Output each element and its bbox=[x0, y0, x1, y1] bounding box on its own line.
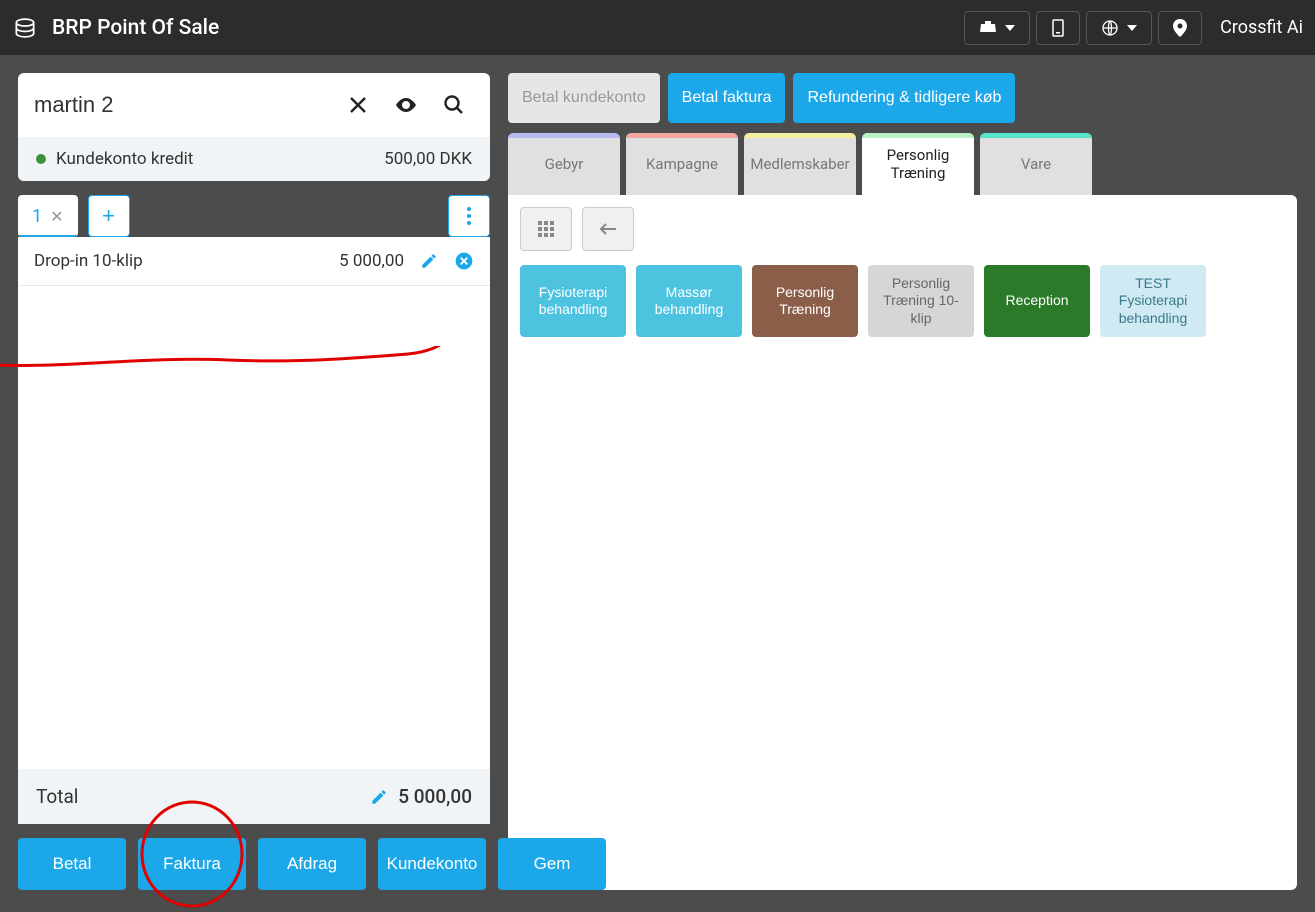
cart-tab-number: 1 bbox=[32, 206, 42, 227]
edit-line-button[interactable] bbox=[420, 252, 438, 270]
search-button[interactable] bbox=[434, 85, 474, 125]
receipt-icon bbox=[1051, 19, 1065, 37]
product-personlig[interactable]: Personlig Træning bbox=[752, 265, 858, 337]
view-customer-button[interactable] bbox=[386, 85, 426, 125]
cart-total-value: 5 000,00 bbox=[398, 785, 472, 808]
cart-menu-button[interactable] bbox=[448, 195, 490, 237]
app-logo-icon bbox=[12, 15, 38, 41]
add-cart-tab-button[interactable]: + bbox=[88, 195, 130, 237]
customer-search-card: Kundekonto kredit 500,00 DKK bbox=[18, 73, 490, 181]
cart-total-label: Total bbox=[36, 785, 78, 808]
category-tab-kampagne[interactable]: Kampagne bbox=[626, 133, 738, 195]
product-area: Fysioterapi behandling Massør behandling… bbox=[508, 195, 1297, 890]
annotation-scribble bbox=[0, 346, 498, 386]
back-button[interactable] bbox=[582, 207, 634, 251]
eye-icon bbox=[394, 93, 418, 117]
product-massor[interactable]: Massør behandling bbox=[636, 265, 742, 337]
category-tab-vare[interactable]: Vare bbox=[980, 133, 1092, 195]
edit-total-button[interactable] bbox=[370, 788, 388, 806]
close-tab-icon[interactable]: ✕ bbox=[50, 207, 63, 226]
app-title: BRP Point Of Sale bbox=[52, 16, 219, 40]
save-button[interactable]: Gem bbox=[498, 838, 606, 890]
location-button[interactable] bbox=[1158, 11, 1202, 45]
customer-account-button[interactable]: Kundekonto bbox=[378, 838, 486, 890]
customer-credit-row: Kundekonto kredit 500,00 DKK bbox=[18, 137, 490, 181]
globe-icon bbox=[1101, 19, 1119, 37]
chevron-down-icon bbox=[1005, 25, 1015, 31]
chevron-down-icon bbox=[1127, 25, 1137, 31]
cart-line-name: Drop-in 10-klip bbox=[34, 251, 143, 271]
location-label: Crossfit Ai bbox=[1220, 17, 1303, 38]
search-icon bbox=[442, 93, 466, 117]
pay-account-button: Betal kundekonto bbox=[508, 73, 660, 123]
status-dot-icon bbox=[36, 154, 46, 164]
settings-button[interactable] bbox=[1086, 11, 1152, 45]
pay-button[interactable]: Betal bbox=[18, 838, 126, 890]
location-pin-icon bbox=[1173, 19, 1187, 37]
category-tab-gebyr[interactable]: Gebyr bbox=[508, 133, 620, 195]
product-test[interactable]: TEST Fysioterapi behandling bbox=[1100, 265, 1206, 337]
receipt-button[interactable] bbox=[1036, 11, 1080, 45]
remove-line-button[interactable] bbox=[454, 251, 474, 271]
installment-button[interactable]: Afdrag bbox=[258, 838, 366, 890]
category-tab-medlemskaber[interactable]: Medlemskaber bbox=[744, 133, 856, 195]
cart-body: Drop-in 10-klip 5 000,00 Total bbox=[18, 237, 490, 824]
credit-amount: 500,00 DKK bbox=[384, 149, 472, 169]
top-bar: BRP Point Of Sale Crossfit Ai bbox=[0, 0, 1315, 55]
product-pt10[interactable]: Personlig Træning 10-klip bbox=[868, 265, 974, 337]
customer-search-input[interactable] bbox=[34, 92, 330, 118]
dots-vertical-icon bbox=[467, 207, 471, 225]
product-reception[interactable]: Reception bbox=[984, 265, 1090, 337]
category-tab-personlig[interactable]: Personlig Træning bbox=[862, 133, 974, 195]
grid-icon bbox=[537, 220, 555, 238]
plus-icon: + bbox=[102, 203, 115, 229]
arrow-left-icon bbox=[598, 222, 618, 236]
refund-button[interactable]: Refundering & tidligere køb bbox=[793, 73, 1015, 123]
cart-line-item: Drop-in 10-klip 5 000,00 bbox=[18, 237, 490, 286]
pay-invoice-button[interactable]: Betal faktura bbox=[668, 73, 786, 123]
invoice-button[interactable]: Faktura bbox=[138, 838, 246, 890]
cart-line-price: 5 000,00 bbox=[339, 251, 404, 271]
credit-label: Kundekonto kredit bbox=[56, 149, 193, 169]
product-fysioterapi[interactable]: Fysioterapi behandling bbox=[520, 265, 626, 337]
grid-view-button[interactable] bbox=[520, 207, 572, 251]
cart-tab-1[interactable]: 1 ✕ bbox=[18, 195, 78, 237]
clear-search-button[interactable] bbox=[338, 85, 378, 125]
cart-total-row: Total 5 000,00 bbox=[18, 769, 490, 824]
cash-register-button[interactable] bbox=[964, 11, 1030, 45]
printer-icon bbox=[979, 21, 997, 35]
close-icon bbox=[346, 93, 370, 117]
